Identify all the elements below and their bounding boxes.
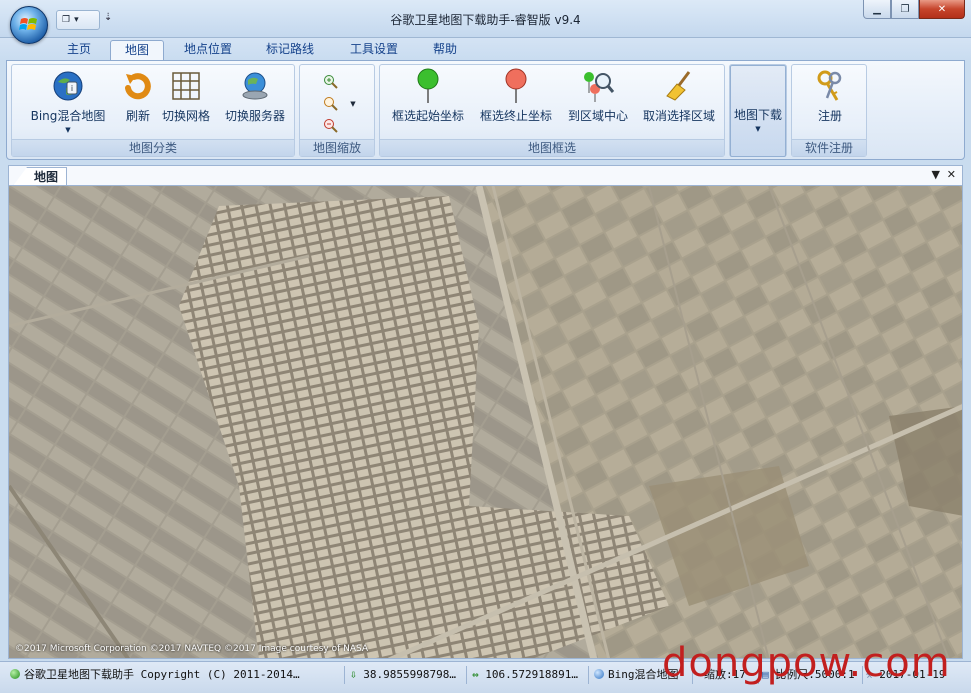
globe-icon (594, 669, 604, 679)
group-zoom: ▼ 地图缩放 (299, 64, 375, 157)
switch-server-label: 切换服务器 (224, 109, 285, 123)
ruler-icon: ▤ (762, 668, 769, 681)
select-end-label: 框选终止坐标 (479, 109, 552, 123)
status-separator (588, 666, 589, 684)
bing-map-button[interactable]: i Bing混合地图 ▼ (22, 69, 114, 134)
window-controls: ▁ ❐ ✕ (863, 0, 965, 19)
group-label-zoom: 地图缩放 (300, 139, 374, 156)
bing-map-label: Bing混合地图 (30, 109, 106, 123)
group-download: 地图下载 ▼ (729, 64, 787, 157)
maximize-button[interactable]: ❐ (891, 0, 919, 19)
windows-logo-icon (19, 18, 37, 30)
app-menu-button[interactable] (10, 6, 48, 44)
status-longitude-value: 106.572918891… (485, 668, 578, 681)
arrow-left-right-icon: ⇔ (472, 668, 479, 681)
green-pin-icon (411, 68, 445, 103)
cancel-select-button[interactable]: 取消选择区域 (638, 69, 720, 124)
group-register: 注册 软件注册 (791, 64, 867, 157)
red-pin-icon (499, 68, 533, 103)
group-select: 框选起始坐标 框选终止坐标 到区域中心 取消选择区域 地图框选 (379, 64, 725, 157)
chevron-down-icon: ▼ (65, 126, 71, 134)
select-start-label: 框选起始坐标 (391, 109, 464, 123)
region-center-button[interactable]: 到区域中心 (562, 69, 634, 124)
close-button[interactable]: ✕ (919, 0, 965, 19)
chevron-down-icon: ▼ (755, 125, 761, 133)
status-scale-value: 比例尺:5000:1 (775, 668, 855, 681)
window-title: 谷歌卫星地图下载助手-睿智版 v9.4 (390, 13, 581, 27)
group-label-map-type: 地图分类 (12, 139, 294, 156)
chevron-down-icon[interactable]: ▼ (344, 95, 362, 113)
tab-route[interactable]: 标记路线 (254, 40, 326, 60)
status-app-text: 谷歌卫星地图下载助手 Copyright (C) 2011-2014… (24, 668, 300, 681)
status-separator (344, 666, 345, 684)
refresh-label: 刷新 (125, 109, 150, 123)
document-tab-bar: 地图 ▼ ✕ (8, 165, 963, 186)
status-source-value: Bing混合地图 (608, 668, 679, 681)
status-date-value: 2017-01-19 (879, 668, 946, 681)
status-longitude: ⇔ 106.572918891… (472, 666, 586, 684)
tab-location[interactable]: 地点位置 (172, 40, 244, 60)
refresh-icon (121, 69, 155, 103)
zoom-out-icon[interactable] (322, 117, 340, 135)
server-globe-icon (238, 69, 272, 103)
status-latitude: ⇩ 38.9855998798… (350, 666, 464, 684)
globe-icon: i (51, 69, 85, 103)
status-latitude-value: 38.9855998798… (363, 668, 456, 681)
group-label-select: 地图框选 (380, 139, 724, 156)
switch-server-button[interactable]: 切换服务器 (220, 69, 290, 124)
register-button[interactable]: 注册 (800, 69, 860, 124)
grid-icon (169, 69, 203, 103)
map-download-button[interactable]: 地图下载 ▼ (730, 65, 786, 157)
status-separator (758, 666, 759, 684)
tab-list-dropdown-icon[interactable]: ▼ (932, 168, 940, 181)
status-date: ⚒ 2017-01-19 (866, 666, 966, 684)
tab-home[interactable]: 主页 (52, 40, 106, 60)
select-start-button[interactable]: 框选起始坐标 (386, 68, 470, 124)
ribbon-tabs: 主页 地图 地点位置 标记路线 工具设置 帮助 (0, 38, 971, 60)
ribbon: i Bing混合地图 ▼ 刷新 切换网格 切换服务器 地图分类 ▼ 地图缩放 框… (6, 60, 965, 160)
tab-help[interactable]: 帮助 (420, 40, 470, 60)
tools-icon: ⚒ (866, 668, 873, 681)
toggle-grid-label: 切换网格 (161, 109, 210, 123)
refresh-button[interactable]: 刷新 (116, 69, 160, 124)
status-bar: 谷歌卫星地图下载助手 Copyright (C) 2011-2014… ⇩ 38… (0, 661, 971, 693)
status-app: 谷歌卫星地图下载助手 Copyright (C) 2011-2014… (10, 666, 340, 684)
cancel-select-label: 取消选择区域 (642, 109, 715, 123)
title-bar: ❐ ▾ ⇣ 谷歌卫星地图下载助手-睿智版 v9.4 ▁ ❐ ✕ (0, 0, 971, 44)
arrow-down-icon: ⇩ (350, 668, 357, 681)
close-tab-icon[interactable]: ✕ (947, 168, 956, 181)
satellite-imagery (9, 186, 962, 658)
status-scale: ▤ 比例尺:5000:1 (762, 666, 860, 684)
status-ok-icon (10, 669, 20, 679)
keys-icon (813, 69, 847, 103)
map-copyright: ©2017 Microsoft Corporation ©2017 NAVTEQ… (15, 644, 369, 654)
group-map-type: i Bing混合地图 ▼ 刷新 切换网格 切换服务器 地图分类 (11, 64, 295, 157)
tab-settings[interactable]: 工具设置 (338, 40, 410, 60)
svg-text:i: i (71, 84, 73, 93)
broom-icon (662, 69, 696, 103)
region-center-label: 到区域中心 (567, 109, 628, 123)
status-separator (862, 666, 863, 684)
register-label: 注册 (817, 109, 842, 123)
group-label-register: 软件注册 (792, 139, 866, 156)
map-download-label: 地图下载 (733, 108, 782, 122)
tab-map[interactable]: 地图 (110, 40, 164, 60)
status-separator (692, 666, 693, 684)
status-separator (466, 666, 467, 684)
status-source: Bing混合地图 (594, 666, 690, 684)
map-view[interactable]: ©2017 Microsoft Corporation ©2017 NAVTEQ… (8, 185, 963, 659)
status-zoom: 缩放:17 (704, 668, 746, 681)
tab-map-document[interactable]: 地图 (13, 167, 68, 186)
minimize-button[interactable]: ▁ (863, 0, 891, 19)
toggle-grid-button[interactable]: 切换网格 (158, 69, 214, 124)
select-end-button[interactable]: 框选终止坐标 (474, 68, 558, 124)
zoom-select-icon[interactable] (322, 95, 340, 113)
pins-magnifier-icon (581, 69, 615, 103)
zoom-in-icon[interactable] (322, 73, 340, 91)
